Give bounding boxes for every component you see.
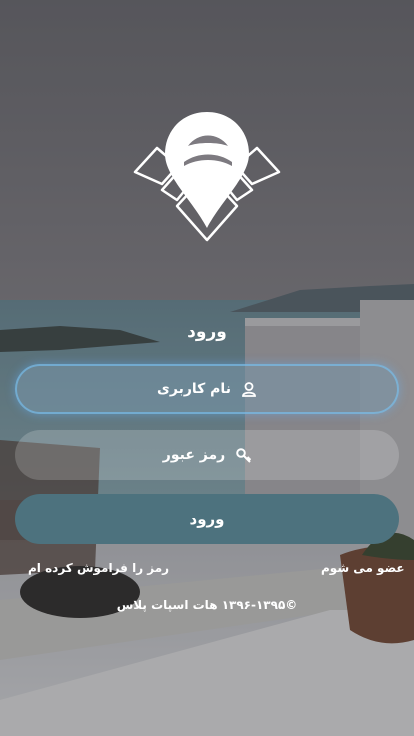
password-field[interactable]: رمز عبور (15, 430, 399, 480)
hotspot-pin-wifi-logo (132, 108, 282, 244)
username-placeholder: نام کاربری (157, 381, 231, 397)
key-icon (235, 447, 251, 463)
forgot-password-link[interactable]: رمز را فراموش کرده ام (28, 561, 169, 575)
join-link[interactable]: عضو می شوم (321, 561, 405, 575)
password-placeholder: رمز عبور (162, 447, 226, 463)
copyright-text: ©۱۳۹۶-۱۳۹۵ هات اسپات پلاس (116, 598, 298, 612)
login-button[interactable]: ورود (15, 494, 399, 544)
username-field[interactable]: نام کاربری (15, 364, 399, 414)
login-title: ورود (187, 322, 227, 342)
user-icon (241, 381, 257, 397)
